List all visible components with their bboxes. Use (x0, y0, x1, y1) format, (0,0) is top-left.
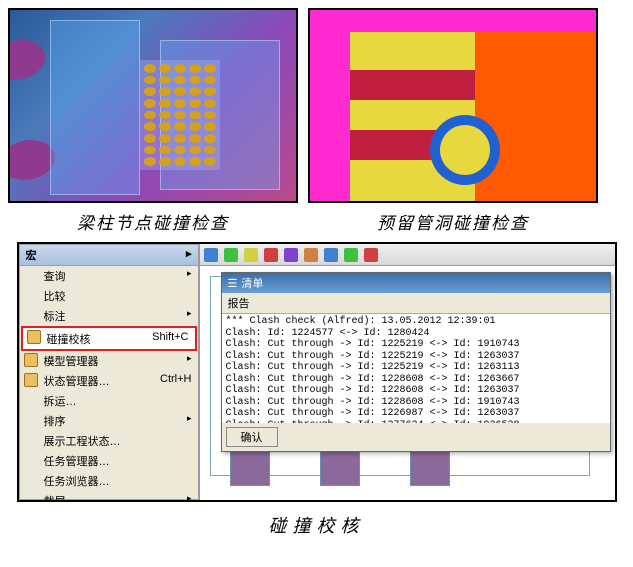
menu-item-3[interactable]: 碰撞校核 Shift+C (21, 326, 197, 351)
ok-button[interactable]: 确认 (226, 427, 278, 447)
menu-item-1[interactable]: 比较 (20, 286, 198, 306)
menu-item-6[interactable]: 拆运… (20, 391, 198, 411)
report-line: Clash: Cut through -> Id: 1228608 <-> Id… (226, 397, 606, 409)
submenu-arrow-icon: ▸ (187, 308, 192, 324)
folder-icon (24, 353, 38, 367)
menu-header: 宏 ▸ (20, 245, 198, 266)
menu-label: 任务管理器… (44, 453, 110, 469)
report-titlebar[interactable]: ☰ 清单 (222, 273, 610, 293)
report-line: Clash: Id: 1224577 <-> Id: 1280424 (226, 328, 606, 340)
menu-label: 查询 (44, 268, 66, 284)
submenu-arrow-icon: ▸ (187, 268, 192, 284)
tool-icon[interactable] (344, 248, 358, 262)
figure-right-caption: 预留管洞碰撞检查 (377, 209, 529, 234)
tool-icon[interactable] (264, 248, 278, 262)
tool-icon[interactable] (304, 248, 318, 262)
folder-icon (24, 373, 38, 387)
menu-item-8[interactable]: 展示工程状态… (20, 431, 198, 451)
rebar-grid (140, 60, 220, 170)
report-line: Clash: Cut through -> Id: 1226987 <-> Id… (226, 408, 606, 420)
menu-item-2[interactable]: 标注 ▸ (20, 306, 198, 326)
tool-icon[interactable] (324, 248, 338, 262)
menu-label: 任务浏览器… (44, 473, 110, 489)
submenu-arrow-icon: ▸ (187, 353, 192, 369)
toolbar[interactable] (200, 244, 615, 266)
submenu-arrow-icon: ▸ (187, 493, 192, 502)
figure-right: 预留管洞碰撞检查 (308, 8, 598, 234)
menu-label: 截屏 (44, 493, 66, 502)
menu-label: 排序 (44, 413, 66, 429)
menu-item-10[interactable]: 任务浏览器… (20, 471, 198, 491)
figure-bottom-caption: 碰撞校核 (269, 512, 365, 538)
tool-icon[interactable] (224, 248, 238, 262)
report-line: *** Clash check (Alfred): 13.05.2012 12:… (226, 316, 606, 328)
menu-item-5[interactable]: 状态管理器… Ctrl+H (20, 371, 198, 391)
report-line: Clash: Cut through -> Id: 1228608 <-> Id… (226, 374, 606, 386)
tool-icon[interactable] (364, 248, 378, 262)
3d-view-pipe-opening (308, 8, 598, 203)
menu-shortcut: Ctrl+H (160, 373, 191, 389)
figure-left: 梁柱节点碰撞检查 (8, 8, 298, 234)
tool-icon[interactable] (284, 248, 298, 262)
pipe-ring (430, 115, 500, 185)
menu-label: 标注 (44, 308, 66, 324)
3d-view-beam-column (8, 8, 298, 203)
menu-item-0[interactable]: 查询 ▸ (20, 266, 198, 286)
report-body[interactable]: *** Clash check (Alfred): 13.05.2012 12:… (222, 314, 610, 423)
tool-icon[interactable] (204, 248, 218, 262)
figure-bottom: 宏 ▸ 查询 ▸ 比较标注 ▸ 碰撞校核 Shift+C 模型管理器 ▸ 状态管理器… Ctrl+… (8, 242, 625, 538)
report-line: Clash: Cut through -> Id: 1225219 <-> Id… (226, 351, 606, 363)
menu-item-9[interactable]: 任务管理器… (20, 451, 198, 471)
menu-item-4[interactable]: 模型管理器 ▸ (20, 351, 198, 371)
app-window: 宏 ▸ 查询 ▸ 比较标注 ▸ 碰撞校核 Shift+C 模型管理器 ▸ 状态管理器… Ctrl+… (17, 242, 617, 502)
report-window: ☰ 清单 报告 *** Clash check (Alfred): 13.05.… (221, 272, 611, 452)
menu-label: 碰撞校核 (47, 331, 91, 347)
menu-label: 拆运… (44, 393, 77, 409)
menu-item-7[interactable]: 排序 ▸ (20, 411, 198, 431)
menu-label: 比较 (44, 288, 66, 304)
top-figures-row: 梁柱节点碰撞检查 预留管洞碰撞检查 (8, 8, 625, 234)
report-line: Clash: Cut through -> Id: 1228608 <-> Id… (226, 385, 606, 397)
report-tab[interactable]: 报告 (222, 293, 610, 314)
tools-menu: 宏 ▸ 查询 ▸ 比较标注 ▸ 碰撞校核 Shift+C 模型管理器 ▸ 状态管理器… Ctrl+… (19, 244, 199, 500)
submenu-arrow-icon: ▸ (187, 413, 192, 429)
figure-left-caption: 梁柱节点碰撞检查 (77, 209, 229, 234)
report-line: Clash: Cut through -> Id: 1225219 <-> Id… (226, 339, 606, 351)
menu-label: 展示工程状态… (44, 433, 121, 449)
menu-shortcut: Shift+C (152, 331, 188, 347)
folder-icon (27, 330, 41, 344)
list-icon: ☰ (228, 277, 238, 290)
menu-label: 模型管理器 (44, 353, 99, 369)
work-area: ☰ 清单 报告 *** Clash check (Alfred): 13.05.… (199, 244, 615, 500)
menu-item-11[interactable]: 截屏 ▸ (20, 491, 198, 502)
menu-arrow-icon: ▸ (186, 247, 192, 260)
menu-label: 状态管理器… (44, 373, 110, 389)
report-line: Clash: Cut through -> Id: 1225219 <-> Id… (226, 362, 606, 374)
tool-icon[interactable] (244, 248, 258, 262)
